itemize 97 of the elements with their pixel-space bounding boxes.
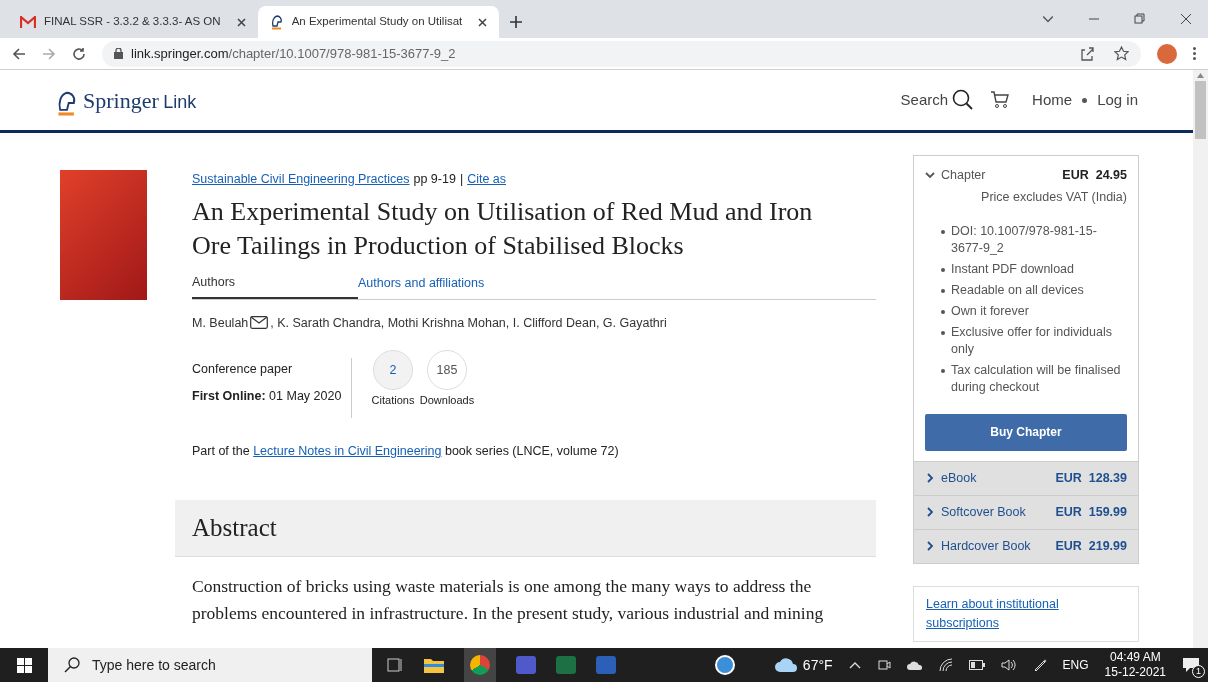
- notification-count: 1: [1192, 665, 1205, 678]
- login-link[interactable]: Log in: [1097, 88, 1138, 112]
- browser-tab[interactable]: An Experimental Study on Utilisat: [257, 6, 500, 38]
- url-text: link.springer.com/chapter/10.1007/978-981-15-3677-9_2: [131, 44, 456, 63]
- feature-text: Own it forever: [951, 302, 1029, 320]
- series-link[interactable]: Lecture Notes in Civil Engineering: [253, 444, 442, 459]
- search-placeholder: Type here to search: [92, 655, 216, 675]
- language-indicator[interactable]: ENG: [1062, 656, 1089, 674]
- close-icon[interactable]: [1180, 13, 1192, 25]
- tab-title: FINAL SSR - 3.3.2 & 3.3.3- AS ON: [44, 14, 221, 30]
- browser-app-icon[interactable]: [464, 648, 496, 682]
- bullet-icon: [941, 267, 945, 272]
- format-option[interactable]: Softcover Book EUR 159.99: [914, 494, 1138, 529]
- weather-text[interactable]: 67°F: [802, 654, 833, 676]
- format-label: eBook: [941, 469, 977, 487]
- back-icon[interactable]: [12, 46, 26, 61]
- author-name[interactable]: M. Beulah: [192, 313, 249, 333]
- menu-icon[interactable]: [1193, 47, 1196, 60]
- profile-avatar[interactable]: [1157, 43, 1177, 64]
- feature-text: Instant PDF download: [951, 260, 1074, 278]
- speaker-icon[interactable]: [1000, 659, 1017, 671]
- format-label: Softcover Book: [941, 503, 1026, 521]
- scroll-up-icon[interactable]: [1197, 73, 1204, 78]
- bullet-icon: [941, 229, 945, 234]
- book-link[interactable]: Sustainable Civil Engineering Practices: [192, 170, 410, 189]
- chapter-label[interactable]: Chapter: [941, 166, 986, 185]
- share-icon[interactable]: [1080, 46, 1094, 61]
- clock-time: 04:49 AM: [1109, 650, 1161, 665]
- author-tab[interactable]: Authors: [192, 272, 358, 299]
- scrollbar-thumb[interactable]: [1195, 81, 1206, 139]
- format-price: EUR 128.39: [1055, 469, 1127, 487]
- metric-label: Citations: [371, 393, 415, 409]
- bullet-icon: [941, 309, 945, 314]
- search-button[interactable]: Search: [900, 88, 975, 112]
- format-label: Hardcover Book: [941, 537, 1031, 555]
- taskbar-search-field[interactable]: Type here to search: [48, 648, 372, 682]
- search-icon: [952, 89, 975, 111]
- buy-chapter-button[interactable]: Buy Chapter: [925, 413, 1127, 451]
- cite-link[interactable]: Cite as: [467, 170, 507, 189]
- mail-logo-icon: [20, 16, 36, 28]
- chapter-price: EUR 24.95: [1062, 167, 1127, 184]
- task-view-icon[interactable]: [386, 657, 404, 673]
- horse-logo-icon: [269, 14, 284, 30]
- metric-count[interactable]: 2: [373, 350, 413, 391]
- format-option[interactable]: eBook EUR 128.39: [914, 460, 1138, 495]
- format-option[interactable]: Hardcover Book EUR 219.99: [914, 528, 1138, 563]
- series-note: Part of the Lecture Notes in Civil Engineering book series (LNCE, volume 72): [192, 443, 620, 461]
- folder-icon[interactable]: [424, 657, 444, 673]
- windows-start-icon[interactable]: [16, 657, 32, 673]
- format-price: EUR 159.99: [1055, 503, 1127, 521]
- feature-text: Exclusive offer for individuals only: [951, 323, 1113, 358]
- scrollbar[interactable]: [1193, 70, 1208, 648]
- wifi-icon[interactable]: [938, 658, 953, 672]
- close-icon[interactable]: [236, 17, 246, 27]
- notification-icon[interactable]: [1182, 657, 1200, 673]
- star-icon[interactable]: [1114, 46, 1129, 61]
- bullet-icon: [941, 288, 945, 293]
- feature-text: DOI: 10.1007/978-981-15-3677-9_2: [951, 222, 1098, 257]
- tab-search-icon[interactable]: [1042, 13, 1054, 25]
- feature-text: Readable on all devices: [951, 281, 1084, 299]
- metric-label: Downloads: [419, 393, 475, 409]
- format-price: EUR 219.99: [1055, 537, 1127, 555]
- search-icon: [64, 657, 80, 673]
- lock-icon: [114, 48, 123, 59]
- bullet-icon: [941, 330, 945, 335]
- new-tab-icon[interactable]: [510, 16, 523, 28]
- battery-icon[interactable]: [968, 660, 985, 670]
- bullet-icon: [941, 368, 945, 373]
- bullet-icon: [1082, 97, 1088, 103]
- vat-note: Price excludes VAT (India): [980, 188, 1127, 206]
- article-title: An Experimental Study on Utilisation of Red Mud and Iron Ore Tailings in Production of Stabilised Blocks: [192, 195, 814, 262]
- abstract-text: Construction of bricks using waste materials is one among the many ways to address the problems encountered in infrastructure. In the present study, various industrial and mining: [192, 575, 825, 625]
- clock-date: 15-12-2021: [1104, 665, 1166, 680]
- tab-title: An Experimental Study on Utilisat: [291, 14, 463, 30]
- feature-text: Tax calculation will be finalised during checkout: [951, 361, 1122, 396]
- author-name[interactable]: , K. Sarath Chandra, Mothi Krishna Mohan, I. Clifford Dean, G. Gayathri: [270, 313, 667, 333]
- separator: |: [459, 171, 464, 188]
- caret-up-icon[interactable]: [848, 661, 861, 669]
- logo-wordmark: Springer Link: [83, 86, 197, 115]
- email-icon[interactable]: [250, 316, 269, 330]
- reload-icon[interactable]: [72, 46, 86, 61]
- author-tab[interactable]: Authors and affiliations: [358, 272, 524, 299]
- restore-icon[interactable]: [1134, 13, 1146, 25]
- cloud-icon: [774, 658, 797, 672]
- site-logo[interactable]: Springer Link: [55, 83, 197, 117]
- clock[interactable]: 04:49 AM 15-12-2021: [1104, 650, 1166, 680]
- close-icon[interactable]: [478, 17, 488, 27]
- first-online: First Online: 01 May 2020: [192, 388, 343, 405]
- paper-type: Conference paper: [192, 361, 294, 379]
- cloud-icon[interactable]: [906, 660, 923, 670]
- abstract-heading: Abstract: [192, 513, 277, 544]
- home-link[interactable]: Home: [1032, 88, 1073, 112]
- pen-icon[interactable]: [1032, 658, 1047, 672]
- page-range: pp 9-19: [413, 171, 456, 188]
- camera-icon[interactable]: [876, 658, 891, 672]
- address-bar[interactable]: link.springer.com/chapter/10.1007/978-981-15-3677-9_2: [102, 40, 1141, 67]
- cart-icon[interactable]: [990, 90, 1011, 110]
